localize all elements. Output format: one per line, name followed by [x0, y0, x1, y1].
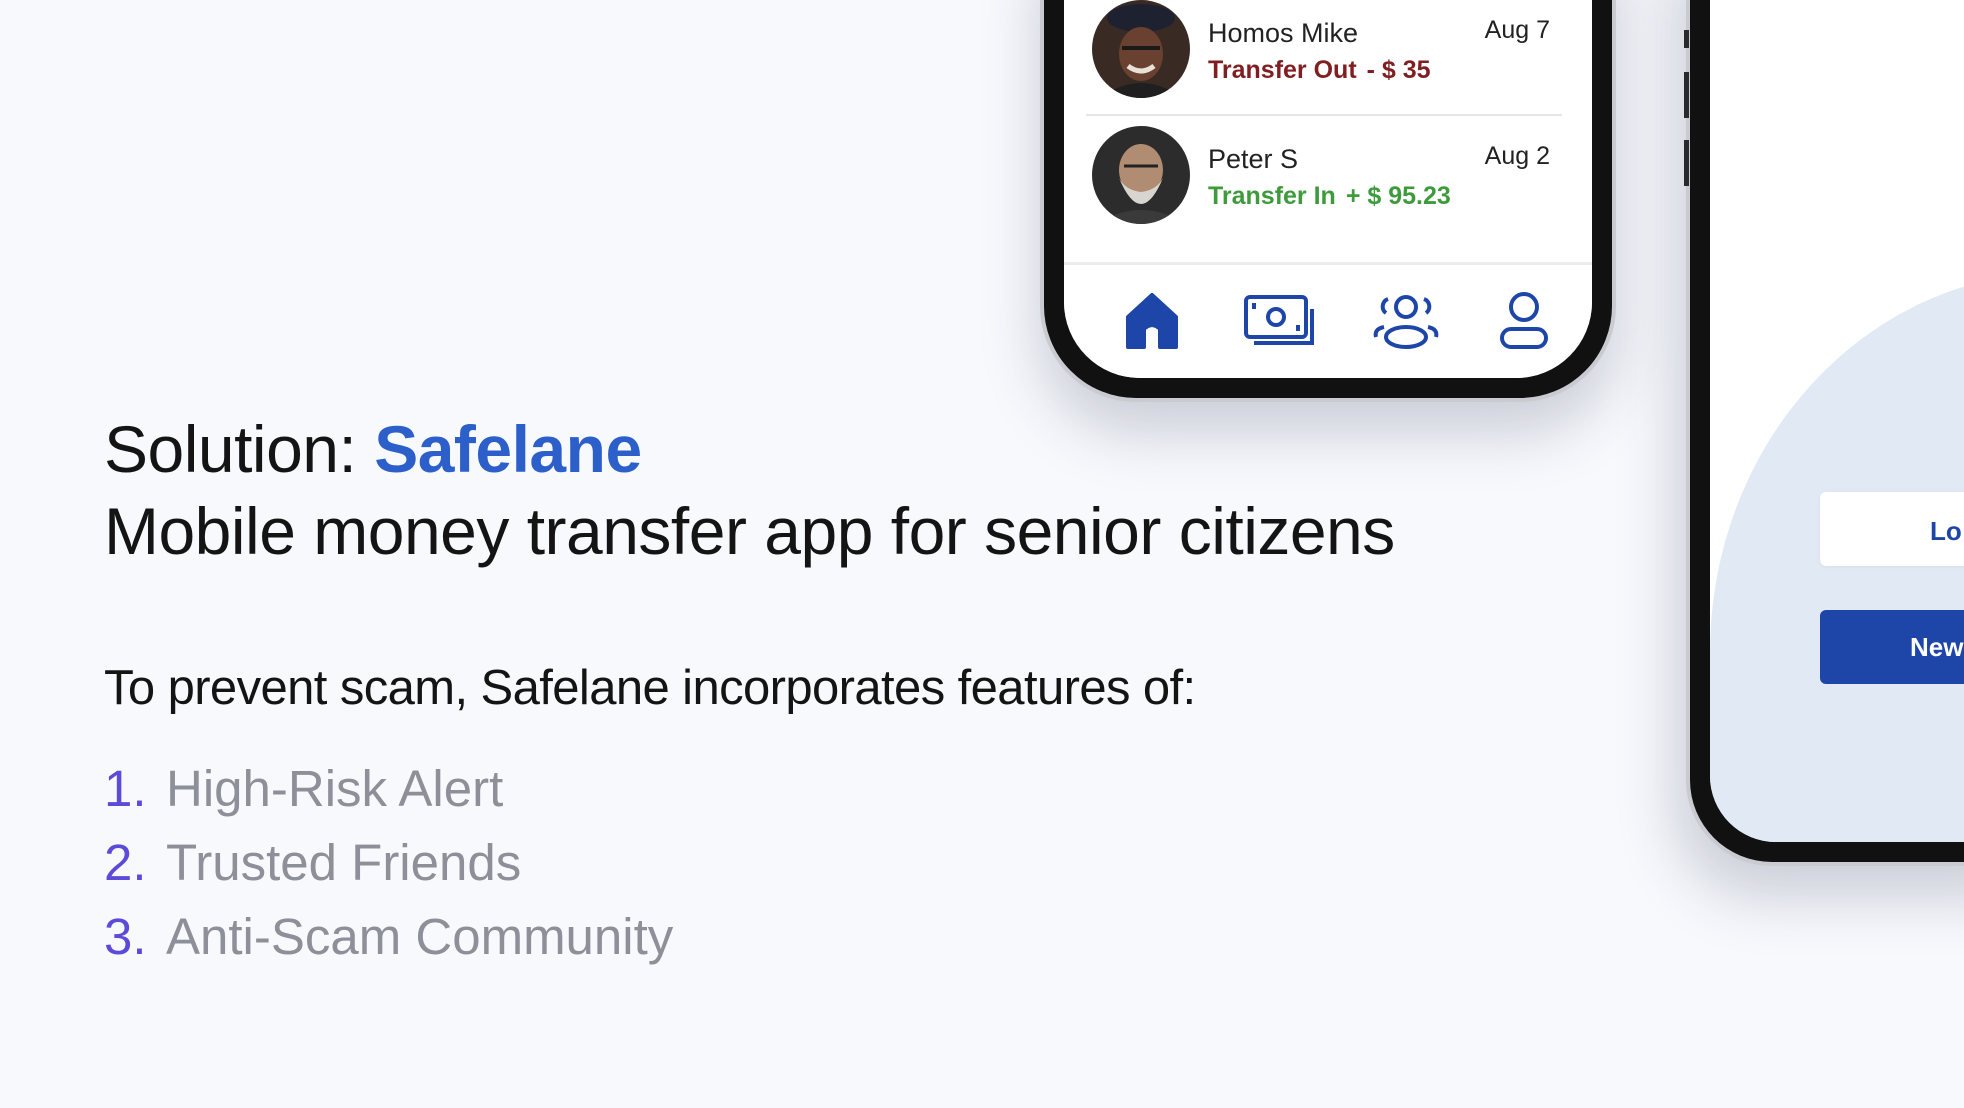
tab-community[interactable]	[1368, 289, 1444, 353]
transaction-row[interactable]: Peter S Aug 2 Transfer In + $ 95.23	[1092, 126, 1566, 230]
volume-button	[1684, 30, 1689, 48]
profile-icon	[1500, 292, 1548, 349]
tagline: Mobile money transfer app for senior cit…	[104, 494, 1395, 568]
feature-label: Trusted Friends	[166, 834, 522, 891]
slide: Solution: Safelane Mobile money transfer…	[0, 0, 1964, 1108]
transaction-row[interactable]: Homos Mike Aug 7 Transfer Out - $ 35	[1092, 0, 1566, 104]
feature-number: 2.	[104, 834, 147, 891]
transaction-date: Aug 7	[1484, 16, 1550, 44]
transaction-detail: Transfer In + $ 95.23	[1208, 182, 1451, 211]
divider	[1086, 114, 1562, 116]
home-icon	[1126, 293, 1178, 349]
volume-button	[1684, 140, 1689, 186]
contact-name: Homos Mike	[1208, 18, 1359, 48]
phone-mockup-transactions: Homos Mike Aug 7 Transfer Out - $ 35 Pet…	[1040, 0, 1616, 402]
contact-name: Peter S	[1208, 144, 1299, 174]
new-account-button[interactable]: New	[1820, 610, 1964, 684]
feature-label: Anti-Scam Community	[166, 908, 674, 965]
intro-text: To prevent scam, Safelane incorporates f…	[104, 661, 1196, 715]
avatar	[1092, 126, 1190, 224]
phone-mockup-login: Lo New	[1684, 0, 1964, 866]
phone-screen: Lo New	[1710, 0, 1964, 842]
transaction-date: Aug 2	[1484, 142, 1550, 170]
feature-item: 2. Trusted Friends	[104, 826, 673, 900]
tab-home[interactable]	[1114, 289, 1190, 353]
transaction-detail: Transfer Out - $ 35	[1208, 56, 1431, 85]
transaction-amount: - $ 35	[1366, 56, 1431, 84]
feature-item: 1. High-Risk Alert	[104, 752, 673, 826]
feature-number: 1.	[104, 760, 147, 817]
tab-money[interactable]	[1240, 289, 1316, 353]
money-icon	[1244, 295, 1314, 345]
brand-name: Safelane	[374, 412, 642, 486]
headline-prefix: Solution:	[104, 412, 375, 486]
transaction-type: Transfer Out	[1208, 56, 1357, 84]
feature-label: High-Risk Alert	[166, 760, 504, 817]
phone-screen: Homos Mike Aug 7 Transfer Out - $ 35 Pet…	[1064, 0, 1592, 378]
transaction-amount: + $ 95.23	[1345, 182, 1451, 210]
tab-profile[interactable]	[1486, 289, 1562, 353]
avatar	[1092, 0, 1190, 98]
login-button[interactable]: Lo	[1820, 492, 1964, 566]
transaction-type: Transfer In	[1208, 182, 1336, 210]
volume-button	[1684, 72, 1689, 118]
headline-line1: Solution: Safelane	[104, 408, 1395, 490]
feature-list: 1. High-Risk Alert 2. Trusted Friends 3.…	[104, 752, 673, 974]
feature-item: 3. Anti-Scam Community	[104, 900, 673, 974]
headline: Solution: Safelane Mobile money transfer…	[104, 408, 1395, 572]
community-icon	[1373, 295, 1439, 349]
feature-number: 3.	[104, 908, 147, 965]
bottom-tab-bar	[1064, 262, 1592, 378]
